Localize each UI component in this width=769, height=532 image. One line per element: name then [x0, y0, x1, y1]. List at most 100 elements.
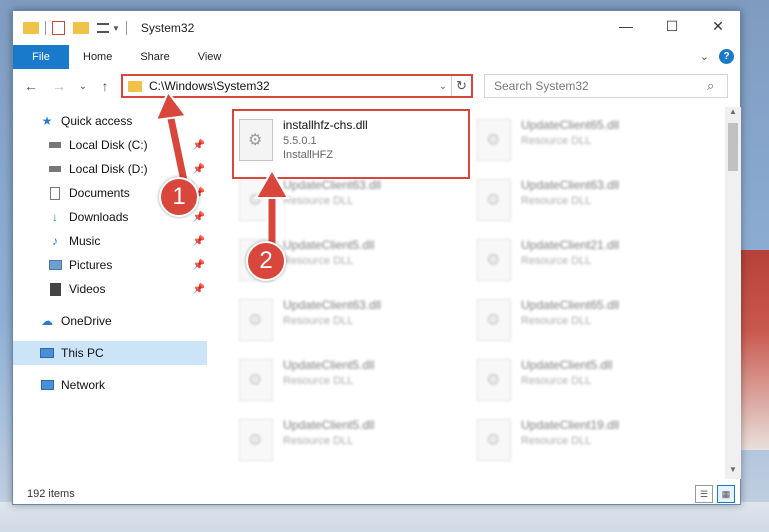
window-title: System32: [140, 21, 195, 35]
file-item[interactable]: UpdateClient63.dll Resource DLL: [235, 293, 467, 353]
chevron-down-icon[interactable]: ▼: [112, 24, 120, 33]
minimize-button[interactable]: —: [603, 11, 649, 41]
close-button[interactable]: ✕: [695, 11, 741, 41]
pin-icon: 📌: [192, 211, 205, 223]
sidebar-item-this-pc[interactable]: This PC: [13, 341, 207, 365]
tab-home[interactable]: Home: [69, 45, 126, 69]
properties-icon[interactable]: [52, 21, 65, 35]
file-item[interactable]: UpdateClient21.dll Resource DLL: [473, 233, 705, 293]
vertical-scrollbar[interactable]: ▲ ▼: [725, 107, 741, 479]
sidebar-item-onedrive[interactable]: ☁ OneDrive: [13, 309, 207, 333]
sidebar-item-network[interactable]: Network: [13, 373, 207, 397]
file-name: UpdateClient65.dll: [521, 118, 620, 132]
dll-file-icon: [477, 239, 511, 281]
file-type: Resource DLL: [521, 195, 592, 207]
drive-icon: [47, 161, 63, 177]
file-item[interactable]: UpdateClient65.dll Resource DLL: [473, 113, 705, 173]
search-icon: ⌕: [707, 78, 715, 93]
callout-badge-2: 2: [246, 241, 286, 281]
sidebar-item-music[interactable]: ♪ Music 📌: [13, 229, 207, 253]
chevron-down-icon[interactable]: ⌄: [700, 50, 709, 63]
search-input[interactable]: Search System32: [494, 79, 707, 93]
download-icon: ↓: [52, 210, 58, 224]
video-icon: [47, 281, 63, 297]
sidebar-item-label: Documents: [69, 186, 130, 200]
pin-icon: 📌: [192, 259, 205, 271]
sidebar-item-label: Pictures: [69, 258, 113, 272]
folder-icon: [23, 22, 39, 34]
star-icon: ★: [41, 114, 53, 128]
file-item[interactable]: UpdateClient5.dll Resource DLL: [235, 413, 467, 473]
sidebar-item-label: OneDrive: [61, 314, 112, 328]
file-type: Resource DLL: [283, 435, 354, 447]
file-name: UpdateClient19.dll: [521, 418, 620, 432]
file-type: Resource DLL: [283, 315, 354, 327]
file-type: Resource DLL: [521, 315, 592, 327]
file-item[interactable]: UpdateClient5.dll Resource DLL: [235, 353, 467, 413]
search-box[interactable]: Search System32 ⌕: [484, 74, 728, 98]
tab-share[interactable]: Share: [126, 45, 183, 69]
new-folder-icon[interactable]: [73, 22, 89, 34]
up-button[interactable]: ↑: [95, 76, 115, 96]
dll-file-icon: [477, 419, 511, 461]
callout-badge-1: 1: [159, 177, 199, 217]
folder-icon: [128, 80, 142, 92]
title-bar: ▼ System32 — ☐ ✕: [13, 11, 740, 45]
details-view-icon[interactable]: ☰: [695, 485, 713, 503]
pin-icon: 📌: [192, 235, 205, 247]
pictures-icon: [47, 257, 63, 273]
sidebar-item-label: Quick access: [61, 114, 133, 128]
file-item[interactable]: UpdateClient19.dll Resource DLL: [473, 413, 705, 473]
file-item[interactable]: UpdateClient63.dll Resource DLL: [473, 173, 705, 233]
file-name: UpdateClient5.dll: [521, 358, 613, 372]
large-icons-view-icon[interactable]: ▦: [717, 485, 735, 503]
sidebar-item-label: This PC: [61, 346, 104, 360]
scroll-thumb[interactable]: [728, 123, 738, 171]
file-name: UpdateClient21.dll: [521, 238, 620, 252]
help-icon[interactable]: ?: [719, 49, 734, 64]
network-icon: [39, 377, 55, 393]
chevron-down-icon[interactable]: ⌄: [435, 81, 451, 92]
file-name: UpdateClient5.dll: [283, 418, 375, 432]
navigation-bar: ← → ⌄ ↑ C:\Windows\System32 ⌄ ↻ Search S…: [13, 73, 740, 99]
file-type: Resource DLL: [521, 375, 592, 387]
file-name: UpdateClient65.dll: [521, 298, 620, 312]
background-snow: [0, 502, 769, 532]
customize-toolbar-icon[interactable]: [97, 23, 109, 33]
separator: [45, 21, 46, 35]
tab-file[interactable]: File: [13, 45, 69, 69]
sidebar-item-label: Network: [61, 378, 106, 392]
separator: [125, 21, 127, 35]
file-item[interactable]: UpdateClient65.dll Resource DLL: [473, 293, 705, 353]
sidebar-item-videos[interactable]: Videos 📌: [13, 277, 207, 301]
sidebar-item-pictures[interactable]: Pictures 📌: [13, 253, 207, 277]
scroll-up-icon[interactable]: ▲: [725, 107, 741, 121]
forward-button[interactable]: →: [49, 76, 69, 96]
ribbon-right: ⌄ ?: [700, 49, 734, 64]
maximize-button[interactable]: ☐: [649, 11, 695, 41]
item-count: 192 items: [27, 488, 75, 500]
back-button[interactable]: ←: [21, 76, 41, 96]
file-name: UpdateClient5.dll: [283, 358, 375, 372]
scroll-down-icon[interactable]: ▼: [725, 465, 741, 479]
recent-locations-button[interactable]: ⌄: [73, 76, 93, 96]
dll-file-icon: [239, 359, 273, 401]
file-item[interactable]: UpdateClient5.dll Resource DLL: [473, 353, 705, 413]
file-type: Resource DLL: [521, 135, 592, 147]
dll-file-icon: [477, 119, 511, 161]
file-type: Resource DLL: [521, 435, 592, 447]
sidebar-item-label: Local Disk (D:): [69, 162, 148, 176]
pin-icon: 📌: [192, 283, 205, 295]
sidebar-item-label: Music: [69, 234, 101, 248]
drive-icon: [47, 137, 63, 153]
tab-view[interactable]: View: [184, 45, 236, 69]
dll-file-icon: [477, 359, 511, 401]
refresh-icon[interactable]: ↻: [451, 76, 471, 96]
dll-file-icon: [239, 419, 273, 461]
dll-file-icon: [239, 299, 273, 341]
music-icon: ♪: [52, 234, 58, 248]
cloud-icon: ☁: [41, 314, 53, 328]
dll-file-icon: [477, 179, 511, 221]
document-icon: [47, 185, 63, 201]
explorer-window: ▼ System32 — ☐ ✕ File Home Share View ⌄ …: [12, 10, 741, 505]
